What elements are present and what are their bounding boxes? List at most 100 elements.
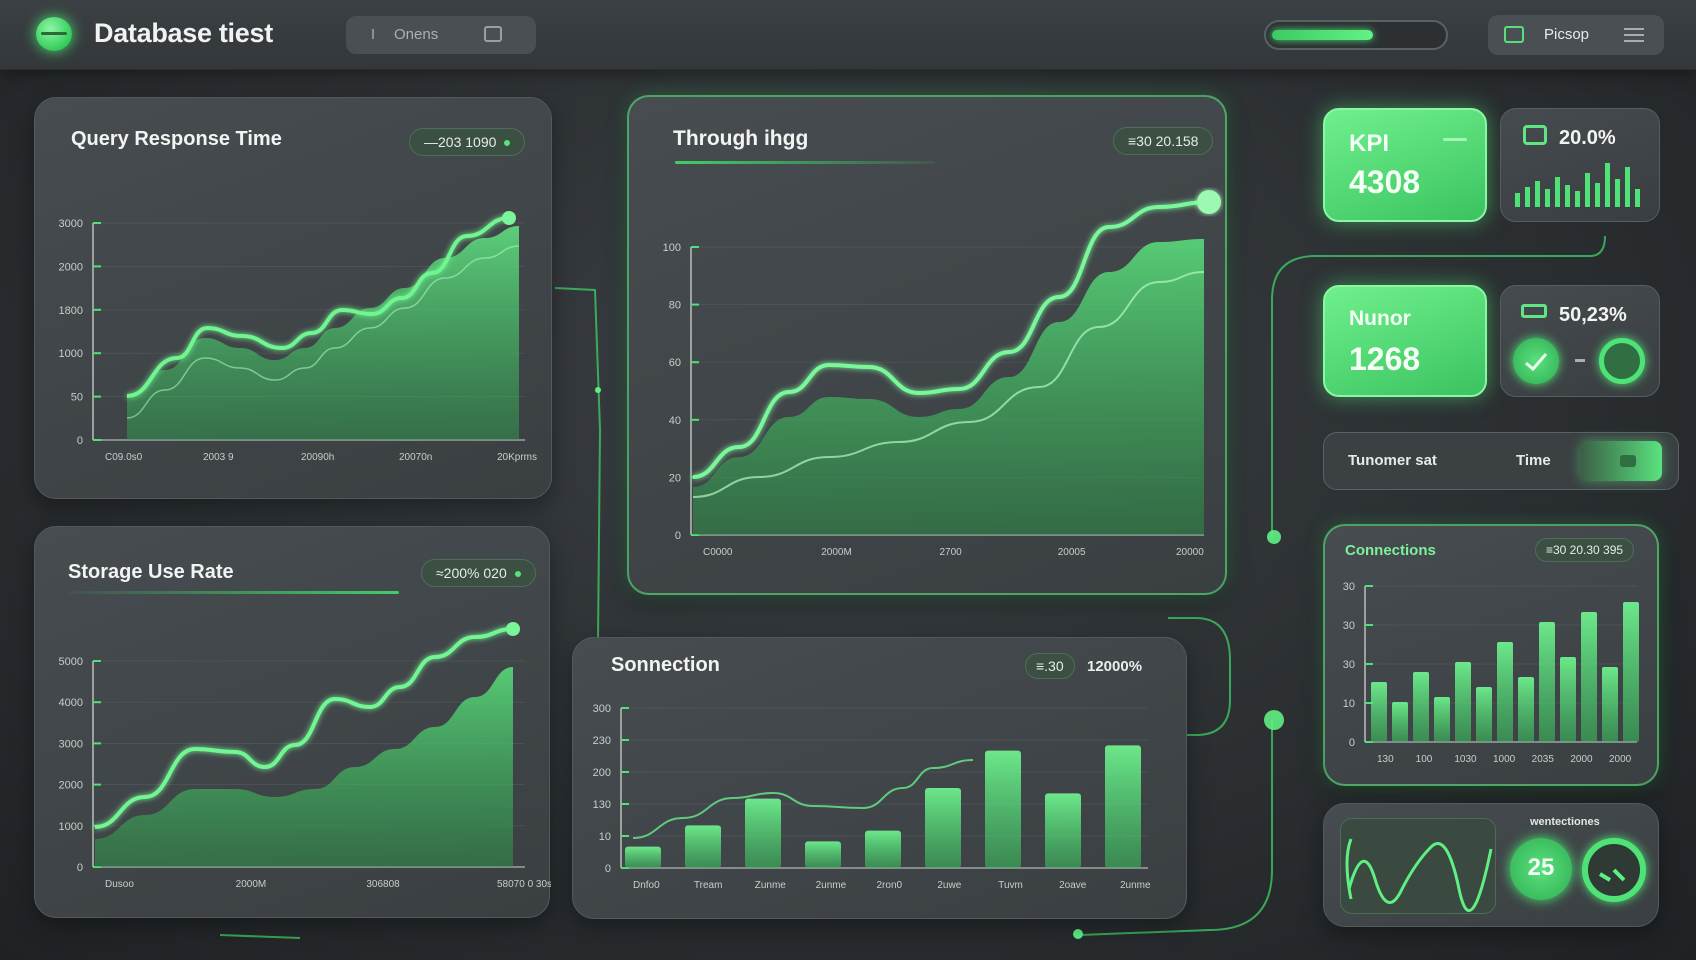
storage-y-tick-label: 3000 [59, 738, 83, 750]
throughput-y-tick-label: 20 [669, 472, 681, 484]
sonnection-bar [1105, 745, 1141, 868]
sonnection-x-tick-label: 2uwe [937, 880, 961, 891]
bottom-widget-panel: wentectiones 25 [1323, 803, 1659, 927]
connections-bar [1434, 697, 1450, 742]
connections-bar [1539, 622, 1555, 742]
connections-x-tick-label: 2000 [1609, 754, 1632, 765]
gauge-25[interactable]: 25 [1510, 838, 1572, 900]
connections-bar [1413, 672, 1429, 742]
mini-bar-chart [1515, 163, 1640, 207]
time-toggle[interactable] [1580, 441, 1662, 481]
connections-x-tick-label: 2000 [1570, 754, 1593, 765]
connections-y-tick-label: 30 [1343, 659, 1355, 671]
query-x-tick-label: C09.0s0 [105, 452, 143, 463]
throughput-y-tick-label: 60 [669, 357, 681, 369]
storage-endpoint [506, 622, 520, 636]
widget-title: wentectiones [1530, 816, 1600, 828]
connections-bar [1392, 702, 1408, 742]
percent-card[interactable]: 20.0% [1500, 108, 1660, 222]
target-icon[interactable] [1599, 338, 1645, 384]
sonnection-panel: Sonnection ≡.30 12000% 300 230 200 130 10 0 Dn… [572, 637, 1187, 919]
sonnection-x-tick-label: Zunme [755, 880, 787, 891]
throughput-x-tick-label: 20000 [1176, 547, 1204, 558]
throughput-chart: 100 80 60 40 20 0 C0000 2000M 2700 20005 20000 [663, 190, 1221, 558]
sonnection-chart: 300 230 200 130 10 0 Dnfo0 Tream Zunme 2unme 2ron0… [593, 703, 1151, 891]
connections-bar [1623, 602, 1639, 742]
kpi-decor [1443, 138, 1467, 141]
sonnection-bar [745, 798, 781, 868]
connections-chart: 303030100130 100 1030 1000 2035 2000 2000 [1343, 581, 1639, 765]
sonnection-y-tick-label: 200 [593, 767, 611, 779]
query-area [127, 226, 519, 440]
query-response-panel: Query Response Time —203 1090 3000 2000 18… [34, 97, 552, 499]
storage-x-tick-label: Dusoo [105, 879, 134, 890]
kpi-label: KPI [1349, 130, 1390, 157]
time-range-bar[interactable]: Tunomer sat Time [1323, 432, 1679, 490]
query-endpoint [502, 211, 516, 225]
sonnection-bar [805, 841, 841, 868]
connections-bar [1560, 657, 1576, 742]
throughput-x-tick-label: 2700 [940, 547, 963, 558]
sonnection-y-tick-label: 300 [593, 703, 611, 715]
connections-x-tick-label: 100 [1416, 754, 1433, 765]
connections-bar [1371, 682, 1387, 742]
throughput-y-tick-label: 80 [669, 300, 681, 312]
storage-y-tick-label: 4000 [59, 697, 83, 709]
storage-x-tick-label: 58070 0 30s00 [497, 879, 551, 890]
query-x-tick-label: 2003 9 [203, 452, 234, 463]
throughput-y-tick-label: 40 [669, 415, 681, 427]
sonnection-x-tick-label: Tream [694, 880, 723, 891]
query-y-tick-label: 1000 [59, 348, 83, 360]
throughput-x-tick-label: C0000 [703, 547, 733, 558]
connections-x-tick-label: 1030 [1454, 754, 1477, 765]
sonnection-x-tick-label: 2unme [816, 880, 847, 891]
query-y-tick-label: 1800 [59, 305, 83, 317]
sonnection-x-tick-label: 2unme [1120, 880, 1151, 891]
storage-x-tick-label: 306808 [366, 879, 400, 890]
sonnection-bar [1045, 793, 1081, 868]
number-card[interactable]: Nunor 1268 [1323, 285, 1487, 397]
sonnection-bar [625, 846, 661, 868]
gauge-value: 25 [1527, 854, 1555, 881]
storage-y-tick-label: 5000 [59, 656, 83, 668]
kpi-card[interactable]: KPI 4308 [1323, 108, 1487, 222]
connections-x-tick-label: 130 [1377, 754, 1394, 765]
tray-icon [1521, 304, 1547, 318]
query-y-tick-label: 0 [77, 435, 83, 447]
storage-area [95, 667, 513, 867]
throughput-x-tick-label: 20005 [1058, 547, 1086, 558]
number-value: 1268 [1349, 341, 1421, 377]
query-x-tick-label: 20070n [399, 452, 432, 463]
query-y-tick-label: 50 [71, 392, 83, 404]
sonnection-y-tick-label: 10 [599, 831, 611, 843]
connections-panel: Connections ≡30 20.30 395 30 30 30 10 0 130 10… [1323, 524, 1659, 786]
throughput-panel: Through ihgg ≡30 20.158 100 80 60 40 20 0 C000… [627, 95, 1227, 595]
throughput-area [693, 239, 1204, 535]
sonnection-bar [985, 750, 1021, 868]
sparkline-card[interactable] [1340, 818, 1496, 914]
status-card[interactable]: 50,23% [1500, 285, 1660, 397]
query-x-tick-label: 20Kprms [497, 452, 537, 463]
dial-icon[interactable] [1582, 838, 1646, 902]
connections-y-tick-label: 0 [1349, 737, 1355, 749]
throughput-y-tick-label: 0 [675, 530, 681, 542]
storage-chart: 5000 4000 3000 2000 1000 0 Dusoo 2000M 306808 580… [59, 622, 551, 890]
kpi-value: 4308 [1349, 164, 1421, 200]
status-percent: 50,23% [1559, 304, 1627, 326]
arrow-icon [1575, 359, 1585, 362]
check-icon[interactable] [1513, 338, 1559, 384]
sonnection-bar [865, 830, 901, 868]
query-chart: 3000 2000 1800 1000 50 0 C09.0s0 2003 9 20090h 20… [59, 211, 537, 463]
storage-panel: Storage Use Rate ≈200% 020 5000 4000 3000 2… [34, 526, 551, 918]
sonnection-y-tick-label: 230 [593, 735, 611, 747]
connections-bar [1518, 677, 1534, 742]
query-y-tick-label: 3000 [59, 218, 83, 230]
connections-bar [1497, 642, 1513, 742]
sonnection-y-tick-label: 130 [593, 799, 611, 811]
connections-bar [1581, 612, 1597, 742]
throughput-y-tick-label: 100 [663, 242, 681, 254]
query-y-tick-label: 2000 [59, 261, 83, 273]
query-x-tick-label: 20090h [301, 452, 334, 463]
connections-bar [1455, 662, 1471, 742]
sonnection-y-tick-label: 0 [605, 863, 611, 875]
